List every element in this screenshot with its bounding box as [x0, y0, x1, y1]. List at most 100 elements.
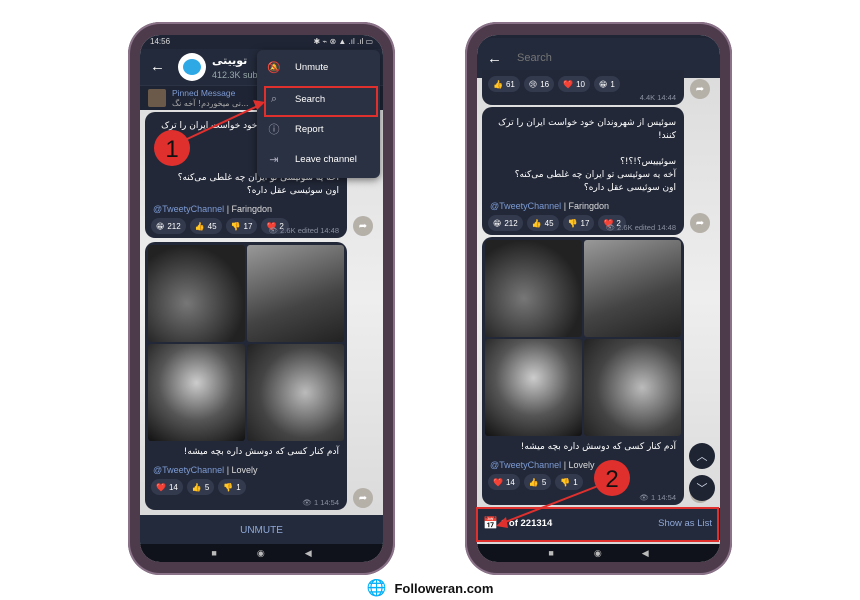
reaction-chip[interactable]: 😢 16 — [523, 76, 555, 92]
message-meta: 👁 2.6K edited 14:48 — [606, 223, 676, 232]
back-arrow-icon[interactable]: ← — [487, 50, 502, 67]
photo-album[interactable] — [482, 237, 684, 439]
reaction-count: 1 — [610, 79, 615, 89]
message-meta: 👁 1 14:54 — [639, 493, 676, 502]
message-time: 14:44 — [657, 93, 676, 102]
reaction-emoji-icon: 👍 — [528, 477, 539, 487]
reaction-emoji-icon: 👎 — [567, 218, 578, 228]
photo[interactable] — [247, 245, 344, 342]
message-signature: @TweetyChannel | Faringdon — [153, 204, 273, 214]
photo[interactable] — [148, 344, 245, 441]
menu-item-search[interactable]: ⌕ Search — [257, 86, 380, 112]
show-as-list-button[interactable]: Show as List — [658, 518, 712, 529]
photo[interactable] — [584, 240, 681, 337]
message-line: سوئیس از شهروندان خود خواست ایران را ترک… — [498, 118, 676, 141]
result-counter: 1 of 221314 — [501, 518, 553, 529]
home-icon[interactable]: ◉ — [594, 548, 602, 559]
pinned-preview: ...نی میخوردم! آخه نگ — [172, 99, 249, 108]
channel-handle-link[interactable]: @TweetyChannel — [153, 465, 224, 475]
pinned-thumbnail — [148, 89, 166, 107]
reaction-chip[interactable]: 👎 1 — [555, 474, 583, 490]
back-nav-icon[interactable]: ◀ — [642, 548, 649, 559]
reaction-chip[interactable]: 👎 1 — [218, 479, 246, 495]
photo[interactable] — [247, 344, 344, 441]
chevron-up-icon: ︿ — [696, 451, 708, 463]
reaction-chip[interactable]: 👍 45 — [526, 215, 559, 231]
message-line: اون سوئیسی عقل داره؟ — [246, 186, 339, 196]
reaction-emoji-icon: 👍 — [493, 79, 503, 89]
reaction-chip[interactable]: 👍 61 — [488, 76, 520, 92]
back-nav-icon[interactable]: ◀ — [305, 548, 312, 559]
recents-icon[interactable]: ■ — [548, 548, 553, 558]
photo[interactable] — [485, 240, 582, 337]
channel-avatar[interactable] — [178, 53, 206, 81]
channel-handle-link[interactable]: @TweetyChannel — [490, 460, 561, 470]
reaction-emoji-icon: 😁 — [493, 218, 502, 228]
reaction-emoji-icon: 👎 — [560, 477, 571, 487]
status-time: 14:56 — [150, 37, 171, 46]
forward-button[interactable]: ➦ — [690, 213, 710, 233]
reaction-chip[interactable]: 😁 212 — [151, 218, 186, 234]
reaction-emoji-icon: 👍 — [194, 221, 205, 231]
photo[interactable] — [148, 245, 245, 342]
brand-text[interactable]: Followeran.com — [394, 581, 493, 596]
reaction-chip[interactable]: 😁 212 — [488, 215, 523, 231]
channel-handle-link[interactable]: @TweetyChannel — [490, 201, 561, 211]
message-time: 14:54 — [320, 498, 339, 507]
forward-button[interactable]: ➦ — [353, 216, 373, 236]
right-phone-screen: ← 👍61😢16❤️10😁14.4K 14:44➦سوئیس از شهروند… — [477, 35, 720, 562]
reaction-chip[interactable]: 👎 17 — [562, 215, 595, 231]
menu-item-leave-channel[interactable]: ⇥ Leave channel — [257, 146, 380, 172]
globe-icon: 🌐 — [366, 580, 387, 597]
reaction-chip[interactable]: 👎 17 — [225, 218, 258, 234]
photo-album[interactable] — [145, 242, 347, 444]
forward-button[interactable]: ➦ — [353, 488, 373, 508]
android-nav-bar: ■ ◉ ◀ — [477, 544, 720, 562]
reaction-chip[interactable]: ❤️ 10 — [558, 76, 590, 92]
reaction-count: 14 — [168, 482, 178, 492]
reaction-count: 14 — [505, 477, 515, 487]
channel-name[interactable]: توییتی — [212, 54, 247, 67]
reaction-count: 16 — [540, 79, 550, 89]
photo[interactable] — [584, 339, 681, 436]
recents-icon[interactable]: ■ — [211, 548, 216, 558]
home-icon[interactable]: ◉ — [257, 548, 265, 559]
reaction-chip[interactable]: ❤️ 14 — [151, 479, 183, 495]
reaction-chip[interactable]: 👍 5 — [186, 479, 215, 495]
next-result-button[interactable]: ﹀ — [689, 475, 715, 501]
reaction-count: 5 — [541, 477, 547, 487]
reaction-emoji-icon: 😢 — [528, 79, 538, 89]
menu-item-unmute[interactable]: 🔕 Unmute — [257, 54, 380, 80]
reaction-emoji-icon: 😁 — [599, 79, 608, 89]
previous-result-button[interactable]: ︿ — [689, 443, 715, 469]
reaction-count: 17 — [580, 218, 590, 228]
message-line — [482, 143, 684, 156]
message-signature: @TweetyChannel | Lovely — [153, 465, 258, 475]
message-bubble: 👍 61 😢 16 ❤️ 10 😁 1 4.4K 14:44 — [482, 70, 684, 105]
reaction-chip[interactable]: 👍 45 — [189, 218, 222, 234]
reaction-count: 1 — [573, 477, 578, 487]
menu-item-report[interactable]: ⓘ Report — [257, 116, 380, 142]
signature-tag: Faringdon — [568, 201, 610, 211]
view-count: 1 — [313, 498, 319, 507]
message-signature: @TweetyChannel | Faringdon — [490, 201, 610, 211]
channel-handle-link[interactable]: @TweetyChannel — [153, 204, 224, 214]
photo[interactable] — [485, 339, 582, 436]
calendar-search-icon[interactable]: 📅 — [483, 516, 498, 530]
reactions-row: ❤️ 14 👍 5 👎 1 — [145, 479, 347, 495]
reaction-chip[interactable]: 👍 5 — [523, 474, 552, 490]
message-bubble: آدم کنار کسی که دوسش داره بچه میشه! @Twee… — [482, 237, 684, 505]
search-input[interactable] — [517, 48, 697, 68]
reaction-count: 1 — [236, 482, 241, 492]
android-nav-bar: ■ ◉ ◀ — [140, 544, 383, 562]
forward-button[interactable]: ➦ — [690, 79, 710, 99]
chevron-down-icon: ﹀ — [696, 483, 708, 495]
reaction-chip[interactable]: ❤️ 14 — [488, 474, 520, 490]
reaction-emoji-icon: ❤️ — [563, 79, 574, 89]
reaction-chip[interactable]: 😁 1 — [594, 76, 620, 92]
back-arrow-icon[interactable]: ← — [150, 58, 165, 75]
reaction-count: 212 — [167, 221, 181, 231]
unmute-button[interactable]: UNMUTE — [140, 515, 383, 545]
pinned-label: Pinned Message — [172, 88, 236, 98]
reaction-emoji-icon: 👎 — [230, 221, 241, 231]
